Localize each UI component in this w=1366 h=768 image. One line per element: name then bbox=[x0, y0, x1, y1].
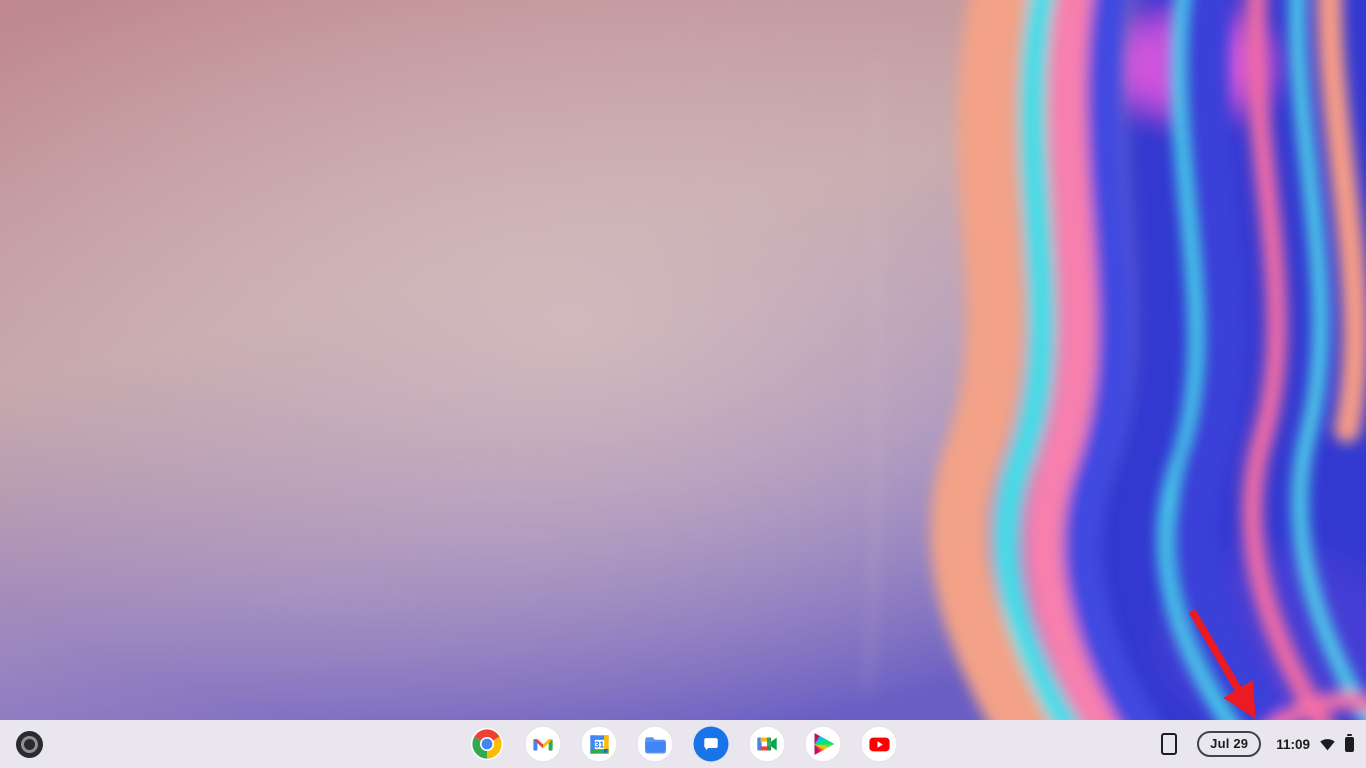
launcher-button[interactable] bbox=[10, 725, 48, 763]
status-tray[interactable]: 11:09 bbox=[1274, 732, 1356, 756]
wifi-icon bbox=[1319, 736, 1336, 752]
status-area: Jul 29 11:09 bbox=[1154, 727, 1356, 761]
battery-icon bbox=[1345, 737, 1354, 752]
gmail-icon bbox=[526, 727, 561, 762]
svg-text:31: 31 bbox=[594, 740, 604, 749]
phone-icon bbox=[1161, 733, 1177, 755]
files-icon bbox=[638, 727, 673, 762]
shelf-app-chrome[interactable] bbox=[469, 726, 506, 763]
shelf-app-row: 31 bbox=[469, 726, 898, 763]
shelf-app-meet[interactable] bbox=[749, 726, 786, 763]
shelf-app-files[interactable] bbox=[637, 726, 674, 763]
shelf-app-messages[interactable] bbox=[693, 726, 730, 763]
play-triangle bbox=[815, 733, 835, 755]
clock: 11:09 bbox=[1276, 737, 1310, 752]
launcher-icon bbox=[16, 731, 43, 758]
date-pill[interactable]: Jul 29 bbox=[1197, 731, 1261, 757]
shelf-app-gmail[interactable] bbox=[525, 726, 562, 763]
youtube-icon bbox=[862, 727, 897, 762]
messages-icon bbox=[694, 727, 729, 762]
shelf: 31 bbox=[0, 720, 1366, 768]
desktop-wallpaper bbox=[0, 0, 1366, 768]
play-store-icon bbox=[806, 727, 841, 762]
chromeos-desktop: 31 bbox=[0, 0, 1366, 768]
calendar-icon: 31 bbox=[582, 727, 617, 762]
phone-hub-button[interactable] bbox=[1154, 727, 1184, 761]
shelf-app-play[interactable] bbox=[805, 726, 842, 763]
shelf-app-youtube[interactable] bbox=[861, 726, 898, 763]
chrome-icon bbox=[470, 727, 505, 762]
shelf-app-calendar[interactable]: 31 bbox=[581, 726, 618, 763]
meet-icon bbox=[750, 727, 785, 762]
